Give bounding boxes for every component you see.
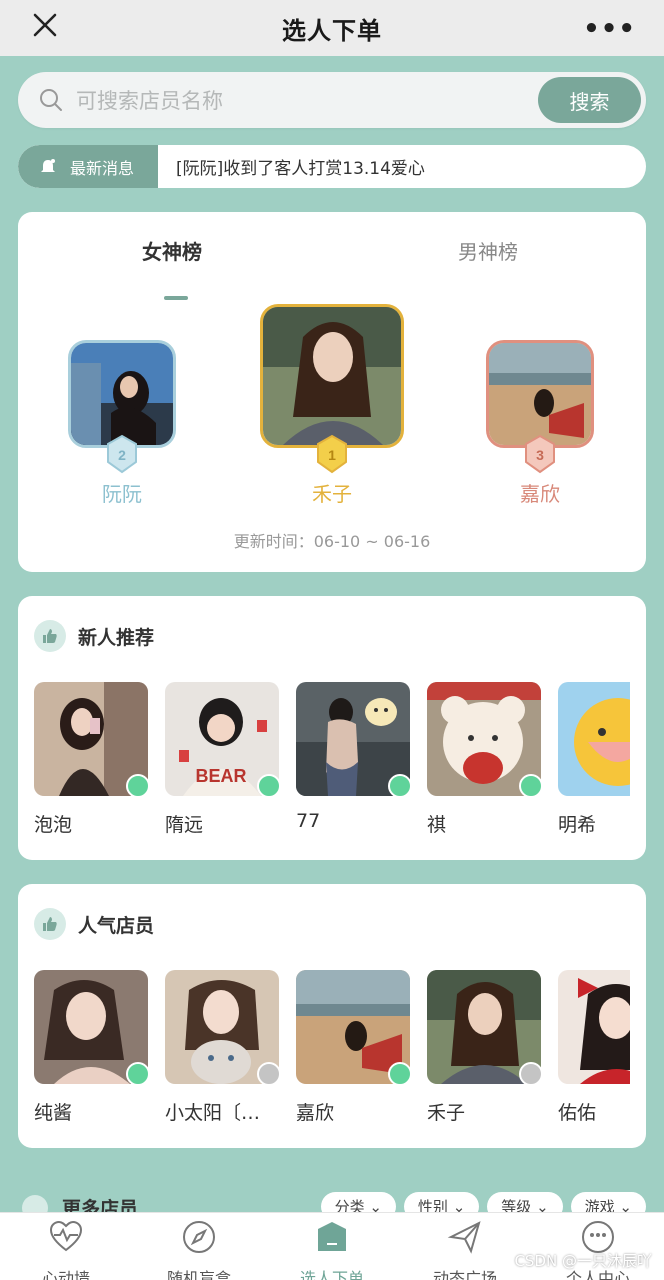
staff-card[interactable]: 纯酱: [34, 970, 150, 1125]
section-title: 新人推荐: [78, 626, 155, 649]
popular-list: 纯酱 小太阳〔… 嘉欣 禾子 佑佑: [34, 970, 630, 1140]
heart-pulse-icon: [49, 1220, 83, 1252]
section-title: 人气店员: [78, 914, 155, 937]
nav-random-box[interactable]: 随机盲盒: [133, 1219, 265, 1280]
staff-name: 禾子: [427, 1102, 466, 1124]
offline-status-dot: [257, 1062, 281, 1086]
online-status-dot: [388, 774, 412, 798]
ranking-card: 女神榜 男神榜 2 阮阮 1 禾子 3 嘉欣 更新时间：06-10 ~ 06-1…: [18, 212, 646, 572]
search-icon: [40, 89, 62, 111]
search-input[interactable]: 可搜索店员名称: [76, 85, 223, 115]
staff-photo: [558, 682, 630, 796]
staff-card[interactable]: 佑佑: [558, 970, 630, 1125]
staff-card[interactable]: BEAR 隋远: [165, 682, 281, 837]
news-ticker[interactable]: 最新消息 [阮阮]收到了客人打赏13.14爱心: [18, 145, 646, 188]
rank-3-avatar[interactable]: [486, 340, 594, 448]
page-title: 选人下单: [282, 16, 382, 45]
staff-name: 明希: [558, 814, 597, 836]
nav-heart-wall[interactable]: 心动墙: [0, 1219, 132, 1280]
staff-name: 纯酱: [34, 1102, 73, 1124]
nav-feed[interactable]: 动态广场: [399, 1219, 531, 1280]
online-status-dot: [519, 774, 543, 798]
thumbs-up-icon: [34, 620, 66, 652]
rank-1-name: 禾子: [312, 482, 352, 506]
staff-name: 祺: [427, 814, 447, 836]
rank-3-name: 嘉欣: [520, 482, 560, 506]
staff-name: 嘉欣: [296, 1102, 335, 1124]
news-tag: 最新消息: [18, 145, 158, 188]
staff-name: 泡泡: [34, 814, 73, 836]
svg-text:BEAR: BEAR: [195, 766, 246, 786]
watermark: CSDN @一只沐辰吖: [514, 1252, 652, 1270]
offline-status-dot: [519, 1062, 543, 1086]
search-button[interactable]: 搜索: [538, 77, 641, 123]
staff-card[interactable]: 小太阳〔…: [165, 970, 281, 1125]
staff-card[interactable]: 77: [296, 682, 412, 832]
staff-card[interactable]: 嘉欣: [296, 970, 412, 1125]
staff-card[interactable]: 祺: [427, 682, 543, 837]
rank-2-badge: 2: [107, 434, 137, 474]
rank-3-badge: 3: [525, 434, 555, 474]
staff-card[interactable]: 禾子: [427, 970, 543, 1125]
send-icon: [447, 1221, 481, 1254]
rank-1-badge: 1: [317, 434, 347, 474]
photo-image: [71, 343, 173, 445]
news-message: [阮阮]收到了客人打赏13.14爱心: [176, 159, 425, 179]
popular-card: 人气店员 纯酱 小太阳〔… 嘉欣 禾子 佑佑: [18, 884, 646, 1148]
svg-text:1: 1: [328, 447, 336, 463]
new-recommend-list: 泡泡 BEAR 隋远 77 祺 明希: [34, 682, 630, 852]
staff-card[interactable]: 泡泡: [34, 682, 150, 837]
home-icon: [318, 1222, 346, 1251]
staff-photo: [558, 970, 630, 1084]
staff-name: 77: [296, 810, 321, 832]
news-tag-label: 最新消息: [70, 158, 135, 178]
nav-select-order[interactable]: 选人下单: [266, 1219, 398, 1280]
update-time: 更新时间：06-10 ~ 06-16: [233, 532, 431, 551]
bell-icon: [41, 158, 55, 172]
staff-card[interactable]: 明希: [558, 682, 630, 837]
photo-image: [489, 343, 591, 445]
staff-name: 隋远: [165, 814, 204, 836]
compass-icon: [183, 1221, 215, 1253]
close-icon[interactable]: [28, 8, 62, 42]
svg-text:3: 3: [536, 447, 544, 463]
svg-text:2: 2: [118, 447, 126, 463]
staff-name: 佑佑: [558, 1102, 597, 1124]
online-status-dot: [388, 1062, 412, 1086]
photo-image: [263, 307, 401, 445]
more-menu-icon[interactable]: •••: [583, 14, 636, 44]
staff-name: 小太阳〔…: [165, 1102, 261, 1124]
rank-2-avatar[interactable]: [68, 340, 176, 448]
new-recommend-card: 新人推荐 泡泡 BEAR 隋远 77 祺 明希: [18, 596, 646, 860]
online-status-dot: [257, 774, 281, 798]
rank-2-name: 阮阮: [102, 482, 142, 506]
tab-goddess[interactable]: 女神榜: [142, 236, 202, 265]
tab-indicator: [164, 296, 188, 300]
rank-1-avatar[interactable]: [260, 304, 404, 448]
online-status-dot: [126, 1062, 150, 1086]
top-bar: 选人下单 •••: [0, 0, 664, 56]
thumbs-up-icon: [34, 908, 66, 940]
search-bar: 可搜索店员名称 搜索: [18, 72, 646, 128]
tab-god[interactable]: 男神榜: [458, 236, 518, 265]
online-status-dot: [126, 774, 150, 798]
